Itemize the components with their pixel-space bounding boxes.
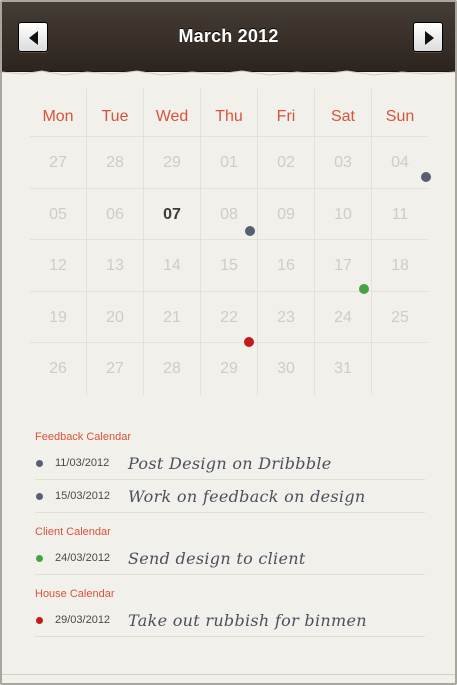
day-cell[interactable]: 13	[86, 240, 143, 291]
event-title: Post Design on Dribbble	[128, 453, 332, 473]
event-date: 15/03/2012	[55, 490, 111, 502]
day-number: 15	[220, 257, 238, 274]
event-dot-house	[244, 337, 254, 347]
weekday-header: Mon Tue Wed Thu Fri Sat Sun	[30, 89, 428, 137]
day-cell[interactable]: 27	[30, 137, 86, 188]
event-item[interactable]: 15/03/2012 Work on feedback on design	[35, 480, 425, 513]
event-dot-feedback	[421, 171, 431, 182]
day-cell[interactable]: 09	[257, 188, 314, 239]
week-row: 05 06 07 08 09 10 11	[30, 171, 431, 240]
event-date: 11/03/2012	[55, 457, 110, 469]
weekday-label: Sun	[371, 89, 428, 136]
weekday-label: Sat	[314, 89, 371, 136]
week-row: 19 20 21 22 23 24 25	[30, 283, 428, 343]
event-item[interactable]: 24/03/2012 Send design to client	[35, 542, 425, 575]
day-cell[interactable]: 19	[30, 292, 86, 343]
day-cell[interactable]: 30	[257, 343, 314, 395]
event-item[interactable]: 11/03/2012 Post Design on Dribbble	[35, 447, 425, 480]
week-row: 27 28 29 01 02 03 04	[30, 137, 428, 189]
weekday-label: Mon	[42, 108, 74, 125]
calendar-name: Feedback Calendar	[35, 431, 132, 443]
day-cell[interactable]: 15	[200, 226, 257, 291]
event-color-dot	[36, 554, 43, 562]
weekday-label: Tue	[86, 89, 143, 136]
day-cell[interactable]: 22	[200, 291, 257, 342]
day-cell[interactable]: 05	[30, 189, 86, 240]
calendar-group-house: House Calendar 29/03/2012 Take out rubbi…	[35, 584, 425, 637]
event-date: 24/03/2012	[55, 552, 111, 564]
calendar-name: Client Calendar	[35, 526, 111, 538]
calendar-group-client: Client Calendar 24/03/2012 Send design t…	[35, 522, 425, 575]
event-dot-client	[359, 283, 369, 294]
day-cell[interactable]: 03	[314, 137, 371, 188]
day-cell[interactable]: 06	[86, 188, 143, 239]
day-number: 29	[220, 360, 238, 377]
torn-paper-edge	[2, 70, 455, 82]
day-cell[interactable]: 27	[86, 343, 143, 395]
event-color-dot	[36, 492, 43, 500]
day-cell[interactable]: 24	[314, 283, 371, 342]
day-cell[interactable]: 28	[86, 137, 143, 188]
day-cell[interactable]: 18	[371, 240, 428, 291]
event-color-dot	[36, 616, 43, 624]
weekday-label: Thu	[200, 89, 257, 136]
event-dot-feedback	[245, 226, 255, 236]
day-cell[interactable]: 10	[314, 188, 371, 239]
day-cell[interactable]: 28	[143, 343, 200, 395]
day-cell[interactable]: 02	[257, 137, 314, 188]
day-cell[interactable]: 25	[371, 291, 428, 342]
event-color-dot	[36, 459, 43, 467]
right-arrow-icon	[425, 31, 434, 45]
day-cell[interactable]: 31	[314, 343, 371, 395]
day-cell[interactable]: 04	[371, 137, 428, 188]
weekday-label: Fri	[257, 89, 314, 136]
day-cell[interactable]: 16	[257, 240, 314, 291]
day-cell[interactable]	[371, 343, 428, 395]
day-cell[interactable]: 21	[143, 291, 200, 342]
calendar-name: House Calendar	[35, 588, 115, 600]
day-cell[interactable]: 23	[257, 291, 314, 342]
event-title: Take out rubbish for binmen	[128, 610, 367, 630]
day-cell[interactable]: 14	[143, 240, 200, 291]
event-item[interactable]: 29/03/2012 Take out rubbish for binmen	[35, 604, 425, 637]
day-cell[interactable]: 17	[314, 240, 371, 291]
day-number: 11	[391, 205, 409, 223]
day-cell[interactable]: 26	[30, 343, 86, 395]
day-number: 24	[334, 308, 352, 326]
week-row: 26 27 28 29 30 31	[30, 337, 428, 395]
day-cell[interactable]: 11	[371, 171, 431, 239]
day-cell[interactable]: 29	[143, 137, 200, 188]
event-date: 29/03/2012	[55, 614, 111, 626]
week-row: 12 13 14 15 16 17 18	[30, 226, 428, 292]
day-cell[interactable]: 12	[30, 240, 86, 291]
day-cell[interactable]: 01	[200, 137, 257, 188]
day-cell-today[interactable]: 07	[143, 188, 200, 239]
event-list: Feedback Calendar 11/03/2012 Post Design…	[35, 427, 425, 637]
month-title: March 2012	[178, 26, 279, 46]
calendar-grid: Mon Tue Wed Thu Fri Sat Sun 27 28 29 01 …	[30, 89, 431, 395]
day-cell[interactable]: 29	[200, 337, 257, 395]
next-month-button[interactable]	[413, 22, 443, 52]
calendar-group-feedback: Feedback Calendar 11/03/2012 Post Design…	[35, 427, 425, 513]
day-cell[interactable]: 20	[86, 291, 143, 342]
event-title: Work on feedback on design	[128, 486, 366, 506]
bottom-divider	[2, 674, 455, 675]
header-bar: March 2012	[2, 2, 455, 72]
calendar-app: March 2012 Mon Tue Wed Thu Fri Sat Sun 2…	[0, 0, 457, 685]
event-title: Send design to client	[128, 548, 306, 568]
weekday-label: Wed	[143, 89, 200, 136]
